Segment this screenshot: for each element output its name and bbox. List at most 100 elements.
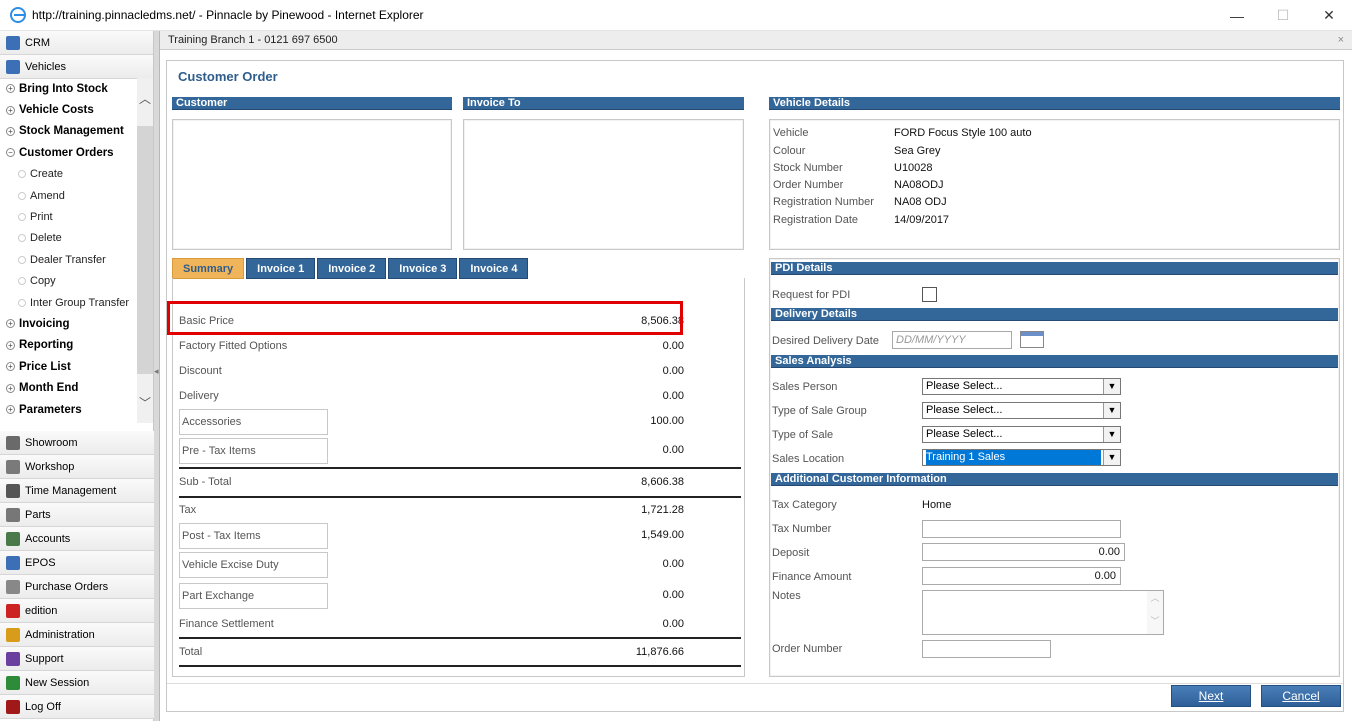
part-exchange-button[interactable]: Part Exchange <box>179 583 328 609</box>
post-tax-items-button[interactable]: Post - Tax Items <box>179 523 328 549</box>
customer-header: Customer <box>172 97 452 110</box>
sale-type-label: Type of Sale <box>772 429 834 441</box>
tree-item-customer-orders[interactable]: − Customer Orders <box>0 142 137 163</box>
chevron-down-icon[interactable]: ▼ <box>1103 403 1120 418</box>
tab-invoice-1[interactable]: Invoice 1 <box>246 258 316 279</box>
maximize-button[interactable]: ☐ <box>1260 0 1306 31</box>
calendar-icon[interactable] <box>1020 331 1044 348</box>
pre-tax-items-button[interactable]: Pre - Tax Items <box>179 438 328 464</box>
tree-item-price-list[interactable]: + Price List <box>0 356 137 377</box>
tab-invoice-4[interactable]: Invoice 4 <box>459 258 529 279</box>
tab-invoice-3[interactable]: Invoice 3 <box>388 258 458 279</box>
nav-splitter[interactable] <box>154 31 160 721</box>
sale-group-label: Type of Sale Group <box>772 405 867 417</box>
module-showroom[interactable]: Showroom <box>0 431 154 455</box>
chevron-down-icon[interactable]: ▼ <box>1103 427 1120 442</box>
tree-item-create[interactable]: Create <box>0 164 137 185</box>
window-titlebar: http://training.pinnacledms.net/ - Pinna… <box>0 0 1352 31</box>
tree-item-bring-into-stock[interactable]: + Bring Into Stock <box>0 78 137 99</box>
sub-total-row: Sub - Total 8,606.38 <box>179 473 684 493</box>
tree-item-amend[interactable]: Amend <box>0 185 137 206</box>
power-icon <box>6 699 20 714</box>
sales-analysis-header: Sales Analysis <box>771 355 1338 368</box>
expand-icon: + <box>6 362 15 372</box>
refresh-icon <box>6 675 20 690</box>
tree-item-inter-group-transfer[interactable]: Inter Group Transfer <box>0 292 137 313</box>
nav-vehicles[interactable]: Vehicles <box>0 55 153 79</box>
nav-crm[interactable]: CRM <box>0 31 153 55</box>
module-parts[interactable]: Parts <box>0 503 154 527</box>
tab-summary[interactable]: Summary <box>172 258 245 279</box>
module-log-off[interactable]: Log Off <box>0 695 154 719</box>
sale-group-select[interactable]: Please Select... ▼ <box>922 402 1121 419</box>
tree-label: Invoicing <box>19 317 70 330</box>
customer-order-number-input[interactable] <box>922 640 1051 658</box>
tree-item-dealer-transfer[interactable]: Dealer Transfer <box>0 249 137 270</box>
module-epos[interactable]: EPOS <box>0 551 154 575</box>
tax-number-input[interactable] <box>922 520 1121 538</box>
tab-invoice-2[interactable]: Invoice 2 <box>317 258 387 279</box>
scroll-down-icon[interactable]: ﹀ <box>139 394 151 410</box>
request-pdi-checkbox[interactable] <box>922 287 937 302</box>
tree-item-print[interactable]: Print <box>0 206 137 227</box>
tree-label: Amend <box>30 189 65 202</box>
summary-panel: Basic Price 8,506.38 Factory Fitted Opti… <box>172 278 745 677</box>
vehicle-excise-duty-button[interactable]: Vehicle Excise Duty <box>179 552 328 578</box>
module-support[interactable]: Support <box>0 647 154 671</box>
finance-settlement-value: 0.00 <box>662 618 684 630</box>
tree-item-delete[interactable]: Delete <box>0 228 137 249</box>
accessories-button[interactable]: Accessories <box>179 409 328 435</box>
registration-date-label: Registration Date <box>773 214 858 226</box>
sales-location-select[interactable]: Training 1 Sales ▼ <box>922 449 1121 466</box>
deposit-input[interactable]: 0.00 <box>922 543 1125 561</box>
module-edition[interactable]: edition <box>0 599 154 623</box>
bullet-icon <box>18 298 26 307</box>
module-time-management[interactable]: Time Management <box>0 479 154 503</box>
scroll-up-icon[interactable]: ︿ <box>139 90 151 106</box>
sub-total-value: 8,606.38 <box>641 476 684 488</box>
tree-item-month-end[interactable]: + Month End <box>0 377 137 398</box>
minimize-button[interactable]: — <box>1214 0 1260 31</box>
tree-item-copy[interactable]: Copy <box>0 271 137 292</box>
menu-scrollbar[interactable]: ︿ ﹀ <box>137 78 153 423</box>
sales-location-label: Sales Location <box>772 453 845 465</box>
tree-item-invoicing[interactable]: + Invoicing <box>0 313 137 334</box>
chevron-down-icon[interactable]: ▼ <box>1103 450 1120 465</box>
tax-value: 1,721.28 <box>641 504 684 516</box>
module-accounts[interactable]: Accounts <box>0 527 154 551</box>
close-window-button[interactable]: ✕ <box>1306 0 1352 31</box>
tree-item-parameters[interactable]: + Parameters <box>0 399 137 420</box>
tree-item-vehicle-costs[interactable]: + Vehicle Costs <box>0 99 137 120</box>
invoice-to-header: Invoice To <box>463 97 744 110</box>
module-label: Parts <box>25 508 51 521</box>
excise-row: Vehicle Excise Duty 0.00 <box>179 552 684 578</box>
delivery-date-input[interactable]: DD/MM/YYYY <box>892 331 1012 349</box>
close-panel-icon[interactable]: × <box>1338 31 1344 50</box>
wrench-icon <box>6 459 20 474</box>
next-button[interactable]: Next <box>1171 685 1251 707</box>
support-icon <box>6 651 20 666</box>
sales-person-select[interactable]: Please Select... ▼ <box>922 378 1121 395</box>
tree-label: Dealer Transfer <box>30 253 106 266</box>
discount-label: Discount <box>179 365 222 377</box>
divider <box>179 467 741 469</box>
module-purchase-orders[interactable]: Purchase Orders <box>0 575 154 599</box>
notes-scrollbar[interactable]: ︿ ﹀ <box>1147 591 1163 634</box>
pdi-details-header: PDI Details <box>771 262 1338 275</box>
sale-type-select[interactable]: Please Select... ▼ <box>922 426 1121 443</box>
module-new-session[interactable]: New Session <box>0 671 154 695</box>
chevron-down-icon[interactable]: ▼ <box>1103 379 1120 394</box>
tree-item-stock-management[interactable]: + Stock Management <box>0 121 137 142</box>
factory-options-label: Factory Fitted Options <box>179 340 288 352</box>
module-label: New Session <box>25 676 90 689</box>
scroll-thumb[interactable] <box>137 126 153 374</box>
finance-amount-input[interactable]: 0.00 <box>922 567 1121 585</box>
module-administration[interactable]: Administration <box>0 623 154 647</box>
notes-textarea[interactable]: ︿ ﹀ <box>922 590 1164 635</box>
bullet-icon <box>18 170 26 179</box>
tree-item-reporting[interactable]: + Reporting <box>0 335 137 356</box>
tax-row: Tax 1,721.28 <box>179 501 684 521</box>
module-workshop[interactable]: Workshop <box>0 455 154 479</box>
vehicle-details-box: Vehicle FORD Focus Style 100 auto Colour S… <box>769 119 1340 250</box>
cancel-button[interactable]: Cancel <box>1261 685 1341 707</box>
